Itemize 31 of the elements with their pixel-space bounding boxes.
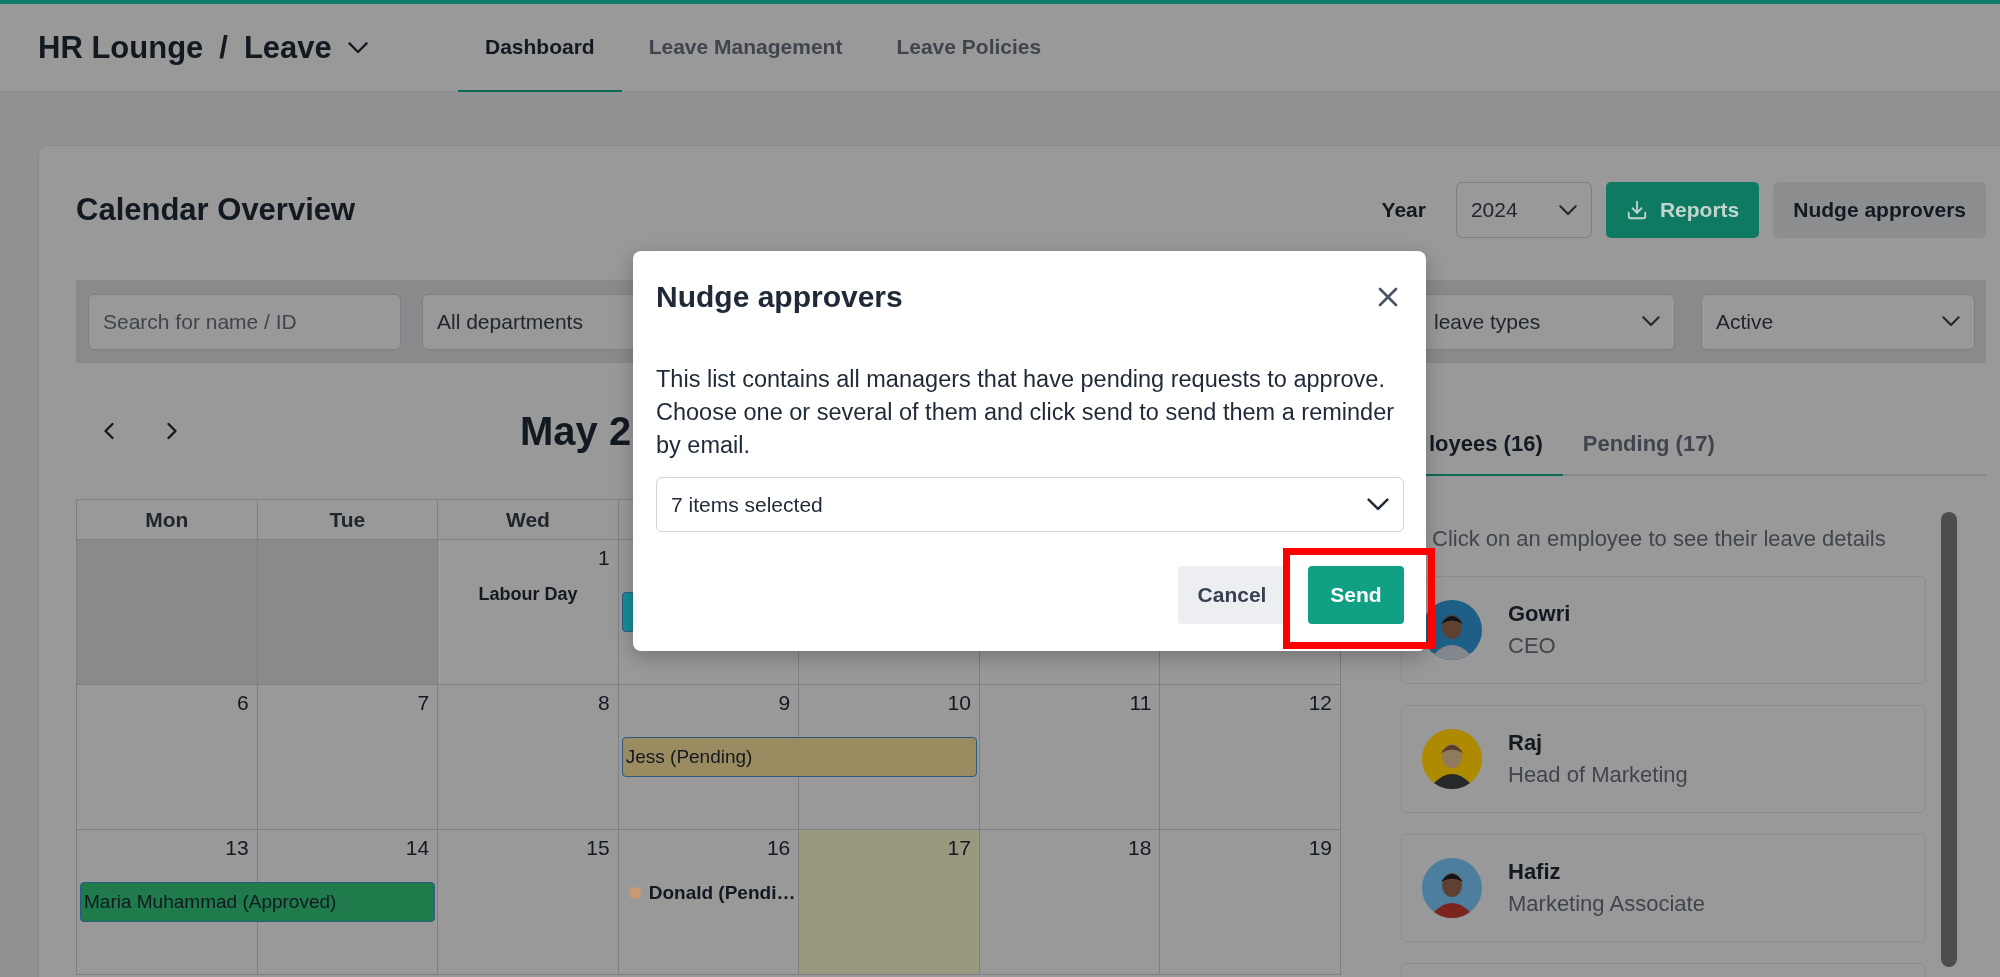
day-number: 15 <box>586 836 610 861</box>
employee-name: Hafiz <box>1508 859 1562 885</box>
module-title: Leave <box>243 29 332 66</box>
employee-name: Gowri <box>1508 601 1571 627</box>
dialog-title: Nudge approvers <box>656 280 903 314</box>
day-number: 18 <box>1128 836 1152 861</box>
month-title: May 2 <box>520 408 632 454</box>
dialog-text: This list contains all managers that have pending requests to approve. Choose one or several of them and click send to send them a reminder by email. <box>656 365 1396 460</box>
day-number: 17 <box>947 836 971 861</box>
holiday-label: Labour Day <box>478 584 578 605</box>
hint-text: Click on an employee to see their leave details <box>1432 526 1887 552</box>
day-number: 11 <box>1129 691 1152 716</box>
day-number: 12 <box>1308 691 1332 716</box>
day-number: 13 <box>225 836 249 861</box>
day-number: 16 <box>766 836 791 861</box>
day-number: 1 <box>598 546 610 571</box>
employee-name: Raj <box>1508 730 1544 756</box>
day-number: 19 <box>1308 836 1332 861</box>
day-number: 10 <box>947 691 971 716</box>
day-number: 9 <box>778 691 791 716</box>
day-number: 8 <box>598 691 610 716</box>
employee-role: Head of Marketing <box>1508 762 1688 788</box>
employee-role: Marketing Associate <box>1508 891 1705 917</box>
card-title: Calendar Overview <box>76 192 357 228</box>
day-number: 14 <box>405 836 430 861</box>
day-number: 6 <box>236 691 249 716</box>
day-number: 7 <box>417 691 430 716</box>
breadcrumb-separator: / <box>219 29 228 66</box>
employee-role: CEO <box>1508 633 1557 659</box>
year-label: Year <box>1381 198 1426 222</box>
app-title: HR Lounge <box>38 29 204 66</box>
